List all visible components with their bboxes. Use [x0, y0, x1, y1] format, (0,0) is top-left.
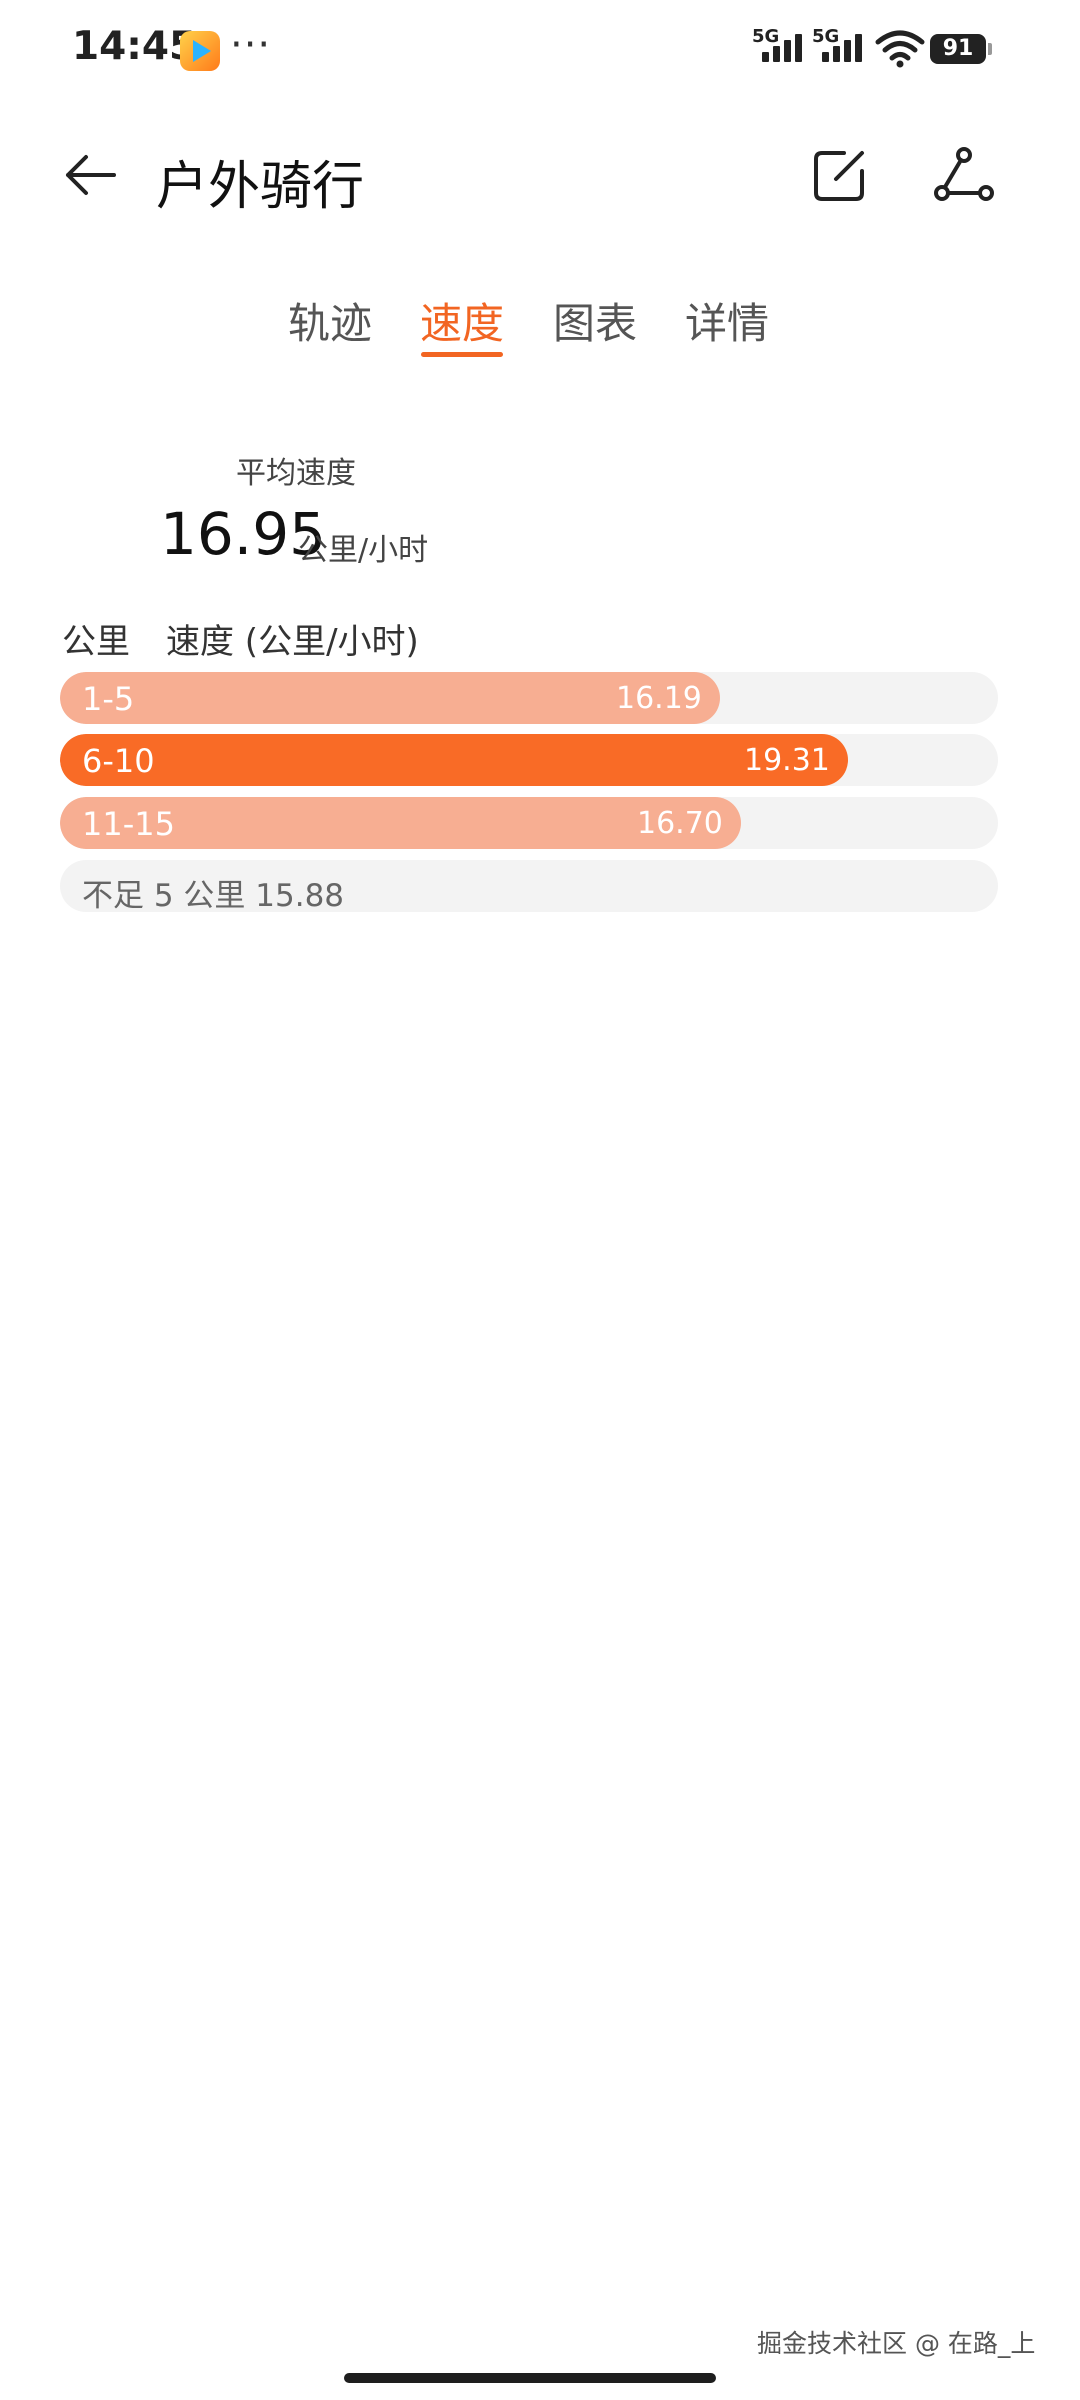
home-indicator[interactable] [344, 2373, 716, 2383]
status-time: 14:45 [72, 24, 197, 69]
tab-details[interactable]: 详情 [677, 290, 777, 351]
more-notifications-icon: ··· [230, 22, 272, 68]
bar-category-label: 6-10 [82, 742, 155, 780]
app-header: 户外骑行 [0, 120, 1080, 230]
average-speed-label: 平均速度 [236, 456, 356, 491]
bar-value-label: 16.19 [616, 681, 702, 716]
wifi-icon [875, 30, 925, 68]
signal-type-label: 5G [812, 26, 840, 47]
chart-row: 1-5 16.19 [60, 672, 998, 724]
bar-value-label: 16.70 [637, 806, 723, 841]
chart-row: 6-10 19.31 [60, 734, 998, 786]
chart-bar: 1-5 16.19 [60, 672, 720, 724]
tab-track[interactable]: 轨迹 [280, 290, 380, 351]
status-bar: 14:45 ··· 5G 5G 91 [0, 0, 1080, 100]
tab-active-indicator [421, 352, 503, 357]
page-title: 户外骑行 [156, 157, 365, 217]
average-speed-unit: 公里/小时 [298, 533, 429, 568]
route-share-icon[interactable] [930, 145, 996, 205]
chart-bar: 6-10 19.31 [60, 734, 848, 786]
tab-bar: 轨迹 速度 图表 详情 [0, 290, 1080, 370]
cellular-signal-icon: 5G [812, 26, 874, 66]
bar-category-label: 1-5 [82, 680, 135, 718]
tab-speed[interactable]: 速度 [412, 290, 512, 351]
column-header-speed: 速度 (公里/小时) [166, 622, 419, 662]
battery-icon: 91 [930, 34, 986, 64]
chart-footer-row: 不足 5 公里 15.88 [60, 860, 998, 912]
chart-footer-label: 不足 5 公里 15.88 [82, 878, 345, 912]
column-header-km: 公里 [62, 622, 130, 662]
tab-chart[interactable]: 图表 [545, 290, 645, 351]
cellular-signal-icon: 5G [752, 26, 814, 66]
edit-note-icon[interactable] [810, 145, 870, 205]
watermark: 掘金技术社区 @ 在路_上 [757, 2329, 1036, 2358]
video-app-icon [180, 31, 220, 71]
chart-bar: 11-15 16.70 [60, 797, 741, 849]
back-arrow-icon[interactable] [60, 145, 120, 205]
bar-category-label: 11-15 [82, 805, 175, 843]
signal-type-label: 5G [752, 26, 780, 47]
chart-row: 11-15 16.70 [60, 797, 998, 849]
bar-value-label: 19.31 [744, 743, 830, 778]
